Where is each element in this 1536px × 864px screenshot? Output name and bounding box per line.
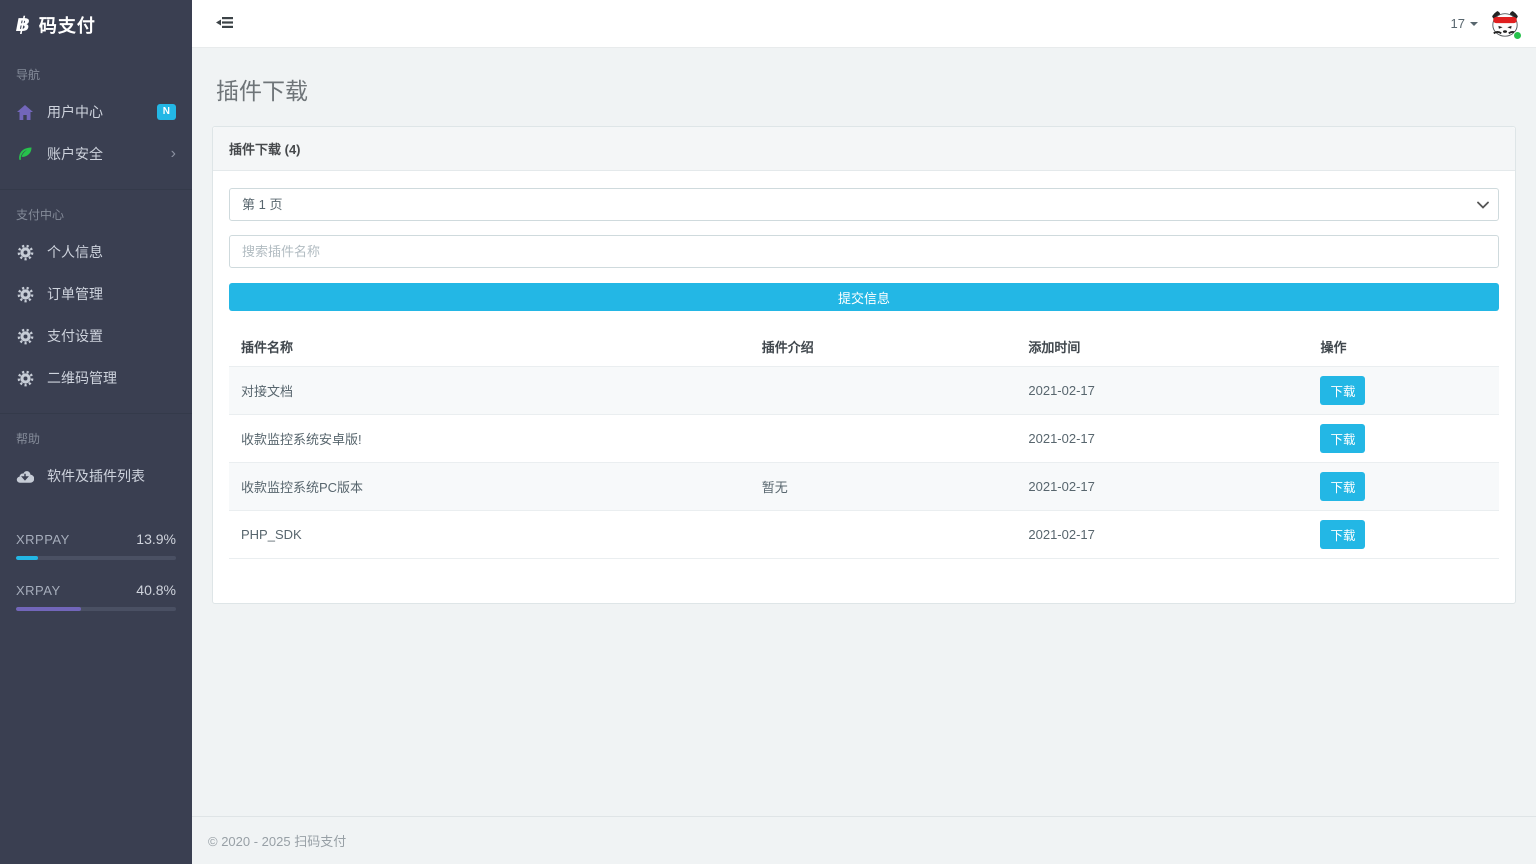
bitcoin-icon: ฿ [16, 15, 30, 35]
leaf-icon [16, 146, 34, 162]
app-title: 码支付 [39, 12, 96, 38]
plugin-name: 收款监控系统安卓版! [229, 415, 750, 463]
cloud-download-icon [16, 469, 34, 483]
sidebar-item-label: 账户安全 [47, 144, 103, 164]
table-header-row: 插件名称 插件介绍 添加时间 操作 [229, 327, 1499, 367]
nav-section-navigation: 导航 用户中心 N 账户安全 › [0, 50, 192, 175]
sidebar-item-order-management[interactable]: 订单管理 [0, 273, 192, 315]
table-row: PHP_SDK 2021-02-17 下载 [229, 511, 1499, 559]
plugin-intro [750, 415, 1017, 463]
table-row: 收款监控系统PC版本 暂无 2021-02-17 下载 [229, 463, 1499, 511]
app-logo[interactable]: ฿ 码支付 [0, 0, 192, 50]
plugin-table: 插件名称 插件介绍 添加时间 操作 对接文档 2021-02-17 下载 收款监… [229, 327, 1499, 559]
top-navbar: 17 [192, 0, 1536, 48]
plugin-intro [750, 511, 1017, 559]
download-button[interactable]: 下载 [1320, 472, 1365, 501]
home-icon [16, 105, 34, 120]
section-label: 导航 [0, 50, 192, 91]
sidebar-stats: XRPPAY 13.9% XRPAY 40.8% [0, 531, 192, 633]
plugin-date: 2021-02-17 [1016, 415, 1308, 463]
table-row: 对接文档 2021-02-17 下载 [229, 367, 1499, 415]
card-title: 插件下载 (4) [213, 127, 1515, 171]
notification-count: 17 [1451, 16, 1465, 31]
plugin-date: 2021-02-17 [1016, 511, 1308, 559]
download-button[interactable]: 下载 [1320, 520, 1365, 549]
sidebar-item-label: 软件及插件列表 [47, 466, 145, 486]
sidebar-item-user-center[interactable]: 用户中心 N [0, 91, 192, 133]
user-avatar[interactable] [1490, 9, 1520, 39]
sidebar-item-account-security[interactable]: 账户安全 › [0, 133, 192, 175]
sidebar: ฿ 码支付 导航 用户中心 N 账户安全 › 支付中心 个人信息 [0, 0, 192, 864]
caret-down-icon [1470, 22, 1478, 26]
column-header-intro: 插件介绍 [750, 327, 1017, 367]
plugin-name: PHP_SDK [229, 511, 750, 559]
download-button[interactable]: 下载 [1320, 424, 1365, 453]
sidebar-item-label: 个人信息 [47, 242, 103, 262]
navbar-right: 17 [1451, 9, 1520, 39]
sidebar-toggle-button[interactable] [216, 15, 233, 33]
plugin-date: 2021-02-17 [1016, 463, 1308, 511]
progress-bar [16, 556, 176, 560]
sidebar-item-label: 用户中心 [47, 102, 103, 122]
online-status-dot [1513, 31, 1522, 40]
plugin-download-card: 插件下载 (4) 第 1 页 提交信息 插件名称 插件介绍 添加时间 [212, 126, 1516, 604]
search-input[interactable] [229, 235, 1499, 268]
column-header-operation: 操作 [1308, 327, 1499, 367]
sidebar-item-payment-settings[interactable]: 支付设置 [0, 315, 192, 357]
progress-xrppay: XRPPAY 13.9% [16, 531, 176, 560]
menu-fold-icon [216, 15, 233, 33]
footer: © 2020 - 2025 扫码支付 [192, 816, 1536, 864]
sidebar-item-label: 支付设置 [47, 326, 103, 346]
progress-bar [16, 607, 176, 611]
table-row: 收款监控系统安卓版! 2021-02-17 下载 [229, 415, 1499, 463]
page-title: 插件下载 [216, 72, 1512, 106]
page-select[interactable]: 第 1 页 [229, 188, 1499, 221]
new-badge: N [157, 104, 176, 120]
sidebar-item-label: 二维码管理 [47, 368, 117, 388]
notification-dropdown[interactable]: 17 [1451, 16, 1478, 31]
plugin-date: 2021-02-17 [1016, 367, 1308, 415]
progress-label: XRPPAY [16, 532, 70, 547]
sidebar-item-qrcode-management[interactable]: 二维码管理 [0, 357, 192, 399]
nav-section-help: 帮助 软件及插件列表 [0, 413, 192, 497]
card-body: 第 1 页 提交信息 插件名称 插件介绍 添加时间 操作 [213, 171, 1515, 603]
main-area: 17 插件下载 [192, 0, 1536, 864]
nav-section-payment-center: 支付中心 个人信息 订单管理 支付设置 二维码管理 [0, 189, 192, 399]
gear-icon [16, 370, 34, 387]
progress-label: XRPAY [16, 583, 61, 598]
column-header-date: 添加时间 [1016, 327, 1308, 367]
sidebar-item-personal-info[interactable]: 个人信息 [0, 231, 192, 273]
page-header: 插件下载 [192, 48, 1536, 126]
plugin-name: 对接文档 [229, 367, 750, 415]
progress-value: 40.8% [136, 582, 176, 598]
plugin-name: 收款监控系统PC版本 [229, 463, 750, 511]
plugin-intro [750, 367, 1017, 415]
gear-icon [16, 286, 34, 303]
copyright-text: © 2020 - 2025 扫码支付 [208, 834, 346, 849]
download-button[interactable]: 下载 [1320, 376, 1365, 405]
page-select-wrap: 第 1 页 [229, 188, 1499, 221]
section-label: 支付中心 [0, 190, 192, 231]
progress-xrpay: XRPAY 40.8% [16, 582, 176, 611]
gear-icon [16, 328, 34, 345]
gear-icon [16, 244, 34, 261]
progress-value: 13.9% [136, 531, 176, 547]
plugin-intro: 暂无 [750, 463, 1017, 511]
sidebar-item-software-plugin-list[interactable]: 软件及插件列表 [0, 455, 192, 497]
submit-button[interactable]: 提交信息 [229, 283, 1499, 311]
chevron-right-icon: › [171, 146, 176, 162]
column-header-name: 插件名称 [229, 327, 750, 367]
sidebar-item-label: 订单管理 [47, 284, 103, 304]
section-label: 帮助 [0, 414, 192, 455]
